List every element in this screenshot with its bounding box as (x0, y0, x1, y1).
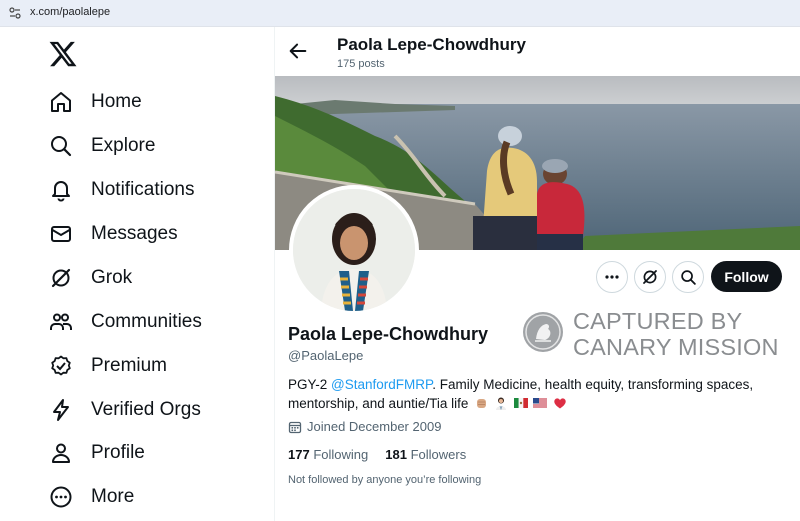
lightning-icon (48, 397, 74, 423)
sidebar-item-label: Notifications (91, 179, 195, 200)
profile-bio: PGY-2 @StanfordFMRP. Family Medicine, he… (288, 375, 788, 413)
sidebar-item-premium[interactable]: Premium (48, 348, 167, 384)
sidebar-item-label: Profile (91, 442, 145, 463)
calendar-icon (288, 421, 302, 433)
sidebar-item-profile[interactable]: Profile (48, 435, 145, 471)
sidebar-item-communities[interactable]: Communities (48, 304, 202, 340)
url-text[interactable]: x.com/paolalepe (30, 6, 110, 18)
header-name: Paola Lepe-Chowdhury (337, 35, 526, 54)
x-logo-icon[interactable] (48, 39, 78, 69)
profile-handle: @PaolaLepe (288, 348, 364, 363)
follow-button[interactable]: Follow (711, 261, 782, 292)
sidebar-item-label: Messages (91, 223, 178, 244)
browser-url-bar[interactable]: x.com/paolalepe (0, 0, 800, 27)
back-arrow-icon[interactable] (287, 40, 309, 62)
watermark-line1: CAPTURED BY (573, 308, 743, 334)
sidebar-item-label: Grok (91, 267, 133, 288)
sidebar-item-label: Premium (91, 355, 168, 376)
grok-icon (48, 265, 74, 291)
grok-profile-button[interactable] (634, 261, 666, 293)
watermark-line2: CANARY MISSION (573, 334, 779, 360)
canary-bird-icon (523, 312, 563, 352)
header-post-count: 175 posts (337, 58, 385, 70)
profile-main: Paola Lepe-Chowdhury 175 posts Follow CA… (275, 27, 800, 521)
bell-icon (48, 177, 74, 203)
bio-mention-link[interactable]: @StanfordFMRP (331, 377, 432, 392)
following-link[interactable]: 177 Following (288, 447, 368, 462)
profile-header: Paola Lepe-Chowdhury 175 posts (275, 27, 800, 76)
verified-badge-icon (48, 353, 74, 379)
health-worker-emoji-icon (495, 397, 506, 410)
us-flag-emoji-icon (533, 398, 548, 408)
sidebar-item-more[interactable]: More (48, 479, 134, 515)
avatar-image (293, 189, 415, 311)
raised-fist-emoji-icon (477, 399, 487, 408)
sidebar-item-label: Explore (91, 135, 156, 156)
profile-avatar[interactable] (289, 185, 419, 315)
follow-stats: 177 Following 181 Followers (288, 447, 483, 462)
sidebar-item-messages[interactable]: Messages (48, 216, 178, 252)
sidebar-item-home[interactable]: Home (48, 84, 142, 120)
not-followed-notice: Not followed by anyone you’re following (288, 474, 482, 486)
joined-text: Joined December 2009 (307, 419, 442, 434)
sidebar-item-label: More (91, 486, 135, 507)
more-circle-icon (48, 484, 74, 510)
following-label: Following (313, 447, 369, 462)
canary-mission-watermark: CAPTURED BY CANARY MISSION (523, 308, 793, 364)
sidebar-item-label: Home (91, 91, 142, 112)
search-profile-button[interactable] (672, 261, 704, 293)
sidebar: Home Explore Notifications Messages Grok… (0, 27, 275, 521)
person-icon (48, 440, 74, 466)
sidebar-item-notifications[interactable]: Notifications (48, 172, 195, 208)
following-count: 177 (288, 447, 310, 462)
profile-name: Paola Lepe-Chowdhury (288, 324, 489, 344)
followers-count: 181 (385, 447, 407, 462)
more-options-button[interactable] (596, 261, 628, 293)
followers-label: Followers (410, 447, 467, 462)
mexico-flag-emoji-icon (513, 398, 528, 408)
followers-link[interactable]: 181 Followers (385, 447, 466, 462)
people-icon (48, 309, 74, 335)
sidebar-item-label: Verified Orgs (91, 399, 201, 420)
site-settings-icon[interactable] (9, 7, 21, 19)
grok-icon (643, 270, 657, 284)
search-icon (680, 269, 696, 285)
home-icon (48, 89, 74, 115)
sidebar-item-explore[interactable]: Explore (48, 128, 155, 164)
envelope-icon (48, 221, 74, 247)
bio-text: PGY-2 (288, 377, 332, 392)
sidebar-item-label: Communities (91, 311, 202, 332)
sidebar-item-grok[interactable]: Grok (48, 260, 132, 296)
search-icon (48, 133, 74, 159)
more-dots-icon (605, 275, 619, 279)
red-heart-emoji-icon (554, 398, 566, 409)
joined-date: Joined December 2009 (288, 419, 441, 434)
sidebar-item-verified-orgs[interactable]: Verified Orgs (48, 392, 201, 428)
